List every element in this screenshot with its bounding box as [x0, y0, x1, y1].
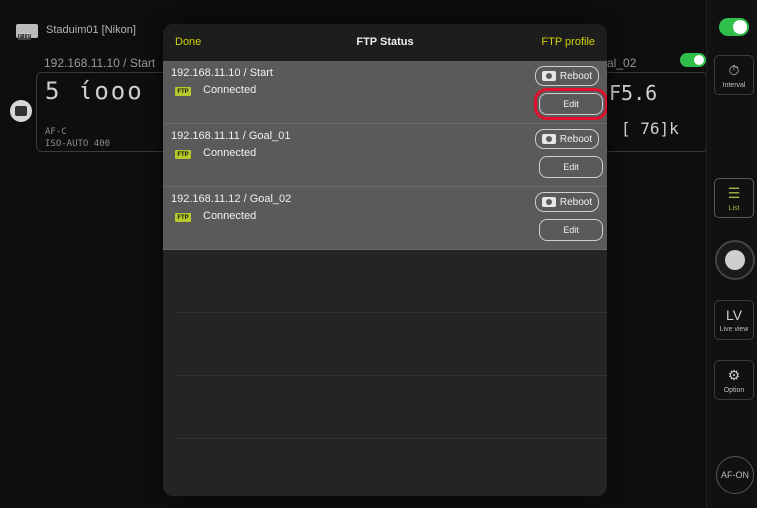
gear-icon: ⚙ — [727, 366, 741, 383]
right-aperture-display: F5.6 — [609, 81, 658, 105]
edit-button[interactable]: Edit — [539, 219, 603, 241]
camera-ip-label: 192.168.11.10 / Start — [171, 67, 273, 79]
right-camera-toggle[interactable] — [680, 53, 706, 67]
connection-status: Connected — [203, 84, 257, 96]
ftp-status-modal: Done FTP Status FTP profile 192.168.11.1… — [163, 24, 607, 496]
camera-ip-label: 192.168.11.12 / Goal_02 — [171, 193, 292, 205]
reboot-button[interactable]: Reboot — [535, 129, 599, 149]
ftp-row: 192.168.11.11 / Goal_01 FTP Connected Re… — [163, 124, 607, 187]
modal-title: FTP Status — [356, 36, 414, 48]
window-title: Staduim01 [Nikon] — [46, 24, 136, 36]
separator — [175, 375, 607, 376]
edit-button[interactable]: Edit — [534, 88, 607, 120]
reboot-button[interactable]: Reboot — [535, 192, 599, 212]
camera-icon — [541, 134, 556, 144]
shutter-button[interactable] — [715, 240, 755, 280]
left-camera-label: 192.168.11.10 / Start — [44, 56, 156, 70]
interval-icon: ⏱ — [728, 61, 740, 78]
liveview-button[interactable]: LV Live view — [714, 300, 754, 340]
option-button[interactable]: ⚙ Option — [714, 360, 754, 400]
option-label: Option — [723, 386, 745, 394]
left-af-mode: AF-C — [45, 127, 67, 137]
shutter-icon[interactable] — [10, 100, 32, 122]
camera-ip-label: 192.168.11.11 / Goal_01 — [171, 130, 291, 142]
reboot-label: Reboot — [559, 70, 593, 82]
modal-header: Done FTP Status FTP profile — [163, 24, 607, 61]
empty-list-area — [163, 250, 607, 496]
left-camera-panel[interactable]: 5 ίοοο AF-C ISO-AUTO 400 — [36, 72, 176, 152]
interval-label: Interval — [722, 81, 746, 89]
ftp-badge: FTP — [175, 213, 191, 222]
connection-status: Connected — [203, 147, 257, 159]
list-button[interactable]: ☰ List — [714, 178, 754, 218]
separator — [175, 312, 607, 313]
ftp-row: 192.168.11.10 / Start FTP Connected Rebo… — [163, 61, 607, 124]
right-frames-display: [ 76]k — [621, 119, 679, 138]
interval-button[interactable]: ⏱ Interval — [714, 55, 754, 95]
liveview-icon: LV — [725, 307, 743, 323]
left-shutter-display: 5 ίοοο — [45, 77, 144, 105]
main-toggle[interactable] — [719, 18, 749, 36]
edit-button[interactable]: Edit — [539, 156, 603, 178]
left-iso: ISO-AUTO 400 — [45, 139, 111, 149]
list-icon: ☰ — [727, 184, 741, 201]
ftp-row: 192.168.11.12 / Goal_02 FTP Connected Re… — [163, 187, 607, 250]
window-header: FTP Staduim01 [Nikon] — [16, 20, 136, 40]
reboot-label: Reboot — [559, 133, 593, 145]
list-label: List — [728, 204, 740, 212]
ftp-profile-button[interactable]: FTP profile — [541, 36, 595, 48]
camera-icon — [541, 71, 556, 81]
ftp-badge: FTP — [175, 87, 191, 96]
ftp-badge: FTP — [175, 150, 191, 159]
af-on-button[interactable]: AF-ON — [716, 456, 754, 494]
camera-ftp-icon: FTP — [16, 20, 38, 40]
right-sidebar: ⏱ Interval ☰ List LV Live view ⚙ Option … — [706, 0, 757, 508]
right-camera-panel[interactable]: F5.6 [ 76]k — [590, 72, 708, 152]
connection-status: Connected — [203, 210, 257, 222]
reboot-label: Reboot — [559, 196, 593, 208]
separator — [175, 438, 607, 439]
liveview-label: Live view — [719, 326, 749, 333]
right-camera-label: al_02 — [607, 56, 637, 70]
camera-icon — [541, 197, 556, 207]
reboot-button[interactable]: Reboot — [535, 66, 599, 86]
